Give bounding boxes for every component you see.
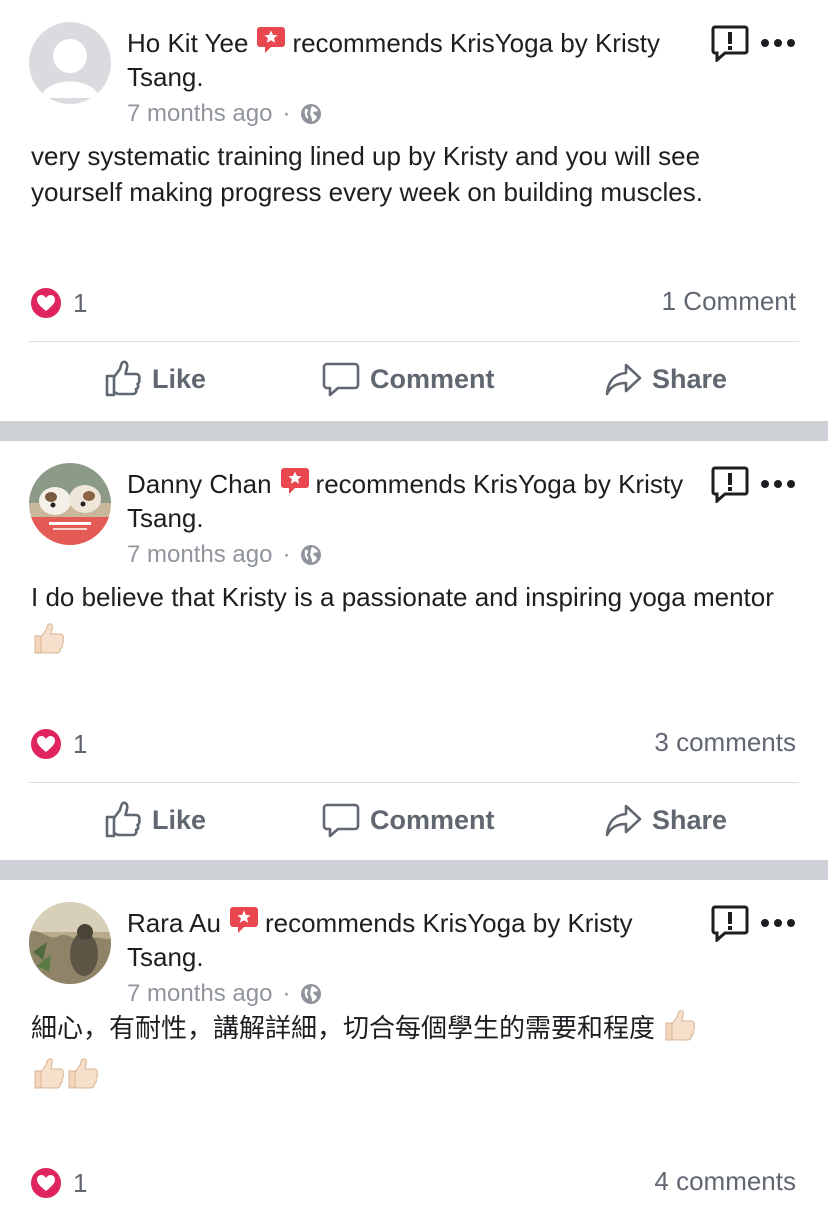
report-icon[interactable]	[711, 465, 749, 503]
report-icon[interactable]	[711, 904, 749, 942]
post-text: very systematic training lined up by Kri…	[31, 141, 703, 207]
recommend-badge-icon	[257, 27, 286, 53]
thumbs-up-emoji-icon	[34, 623, 64, 654]
love-reaction-icon	[29, 286, 63, 320]
meta-separator: ·	[282, 541, 291, 568]
post-1: Ho Kit Yee recommends KrisYoga by Kristy …	[0, 0, 828, 421]
share-label: Share	[652, 804, 728, 835]
comment-bubble-icon	[322, 803, 360, 838]
divider	[29, 341, 799, 342]
thumbs-up-icon	[105, 801, 141, 838]
thumbs-up-emoji-icon	[68, 1058, 98, 1089]
timestamp[interactable]: 7 months ago	[127, 100, 272, 128]
reaction-count: 1	[73, 287, 88, 318]
comment-button[interactable]: Comment	[322, 360, 495, 398]
post-text: 細心，有耐性，講解詳細，切合每個學生的需要和程度	[31, 1004, 791, 1100]
post-actions: Like Comment Share	[0, 360, 828, 406]
reaction-count: 1	[73, 728, 88, 759]
comment-button[interactable]: Comment	[322, 801, 495, 839]
author-name[interactable]: Rara Au	[127, 908, 221, 938]
globe-icon	[301, 984, 322, 1004]
thumbs-up-emoji-icon	[34, 1058, 64, 1089]
post-text-content: 細心，有耐性，講解詳細，切合每個學生的需要和程度	[31, 1013, 656, 1043]
comments-count[interactable]: 3 comments	[654, 727, 796, 758]
globe-icon	[301, 104, 322, 124]
post-header: Danny Chan recommends KrisYoga by Kristy …	[127, 465, 687, 535]
author-name[interactable]: Ho Kit Yee	[127, 28, 248, 58]
share-button[interactable]: Share	[604, 801, 727, 839]
share-label: Share	[652, 363, 728, 394]
comment-bubble-icon	[322, 362, 360, 397]
avatar[interactable]	[29, 22, 111, 104]
author-name[interactable]: Danny Chan	[127, 469, 272, 499]
divider	[29, 782, 799, 783]
share-button[interactable]: Share	[604, 360, 727, 398]
like-button[interactable]: Like	[104, 360, 206, 398]
love-reaction-icon	[29, 727, 63, 761]
reactions-summary[interactable]: 1	[29, 1166, 87, 1200]
post-header: Ho Kit Yee recommends KrisYoga by Kristy …	[127, 24, 687, 94]
post-3: Rara Au recommends KrisYoga by Kristy Tsa…	[0, 880, 828, 1208]
comments-count[interactable]: 4 comments	[654, 1166, 796, 1197]
reaction-count: 1	[73, 1167, 88, 1198]
comments-count[interactable]: 1 Comment	[662, 286, 796, 317]
recommend-badge-icon	[229, 907, 258, 933]
comment-label: Comment	[370, 804, 495, 835]
post-2: Danny Chan recommends KrisYoga by Kristy …	[0, 441, 828, 860]
like-label: Like	[152, 804, 207, 835]
more-options-icon[interactable]	[760, 479, 796, 489]
like-button[interactable]: Like	[104, 801, 206, 839]
share-arrow-icon	[605, 804, 642, 837]
post-meta: 7 months ago ·	[127, 100, 322, 128]
post-header: Rara Au recommends KrisYoga by Kristy Tsa…	[127, 904, 687, 974]
timestamp[interactable]: 7 months ago	[127, 541, 272, 569]
post-separator	[0, 421, 828, 441]
comment-label: Comment	[370, 363, 495, 394]
more-options-icon[interactable]	[760, 918, 796, 928]
reactions-summary[interactable]: 1	[29, 286, 87, 320]
share-arrow-icon	[605, 363, 642, 396]
post-actions: Like Comment Share	[0, 801, 828, 847]
more-options-icon[interactable]	[760, 38, 796, 48]
globe-icon	[301, 545, 322, 565]
post-text: I do believe that Kristy is a passionate…	[31, 575, 791, 663]
post-meta: 7 months ago ·	[127, 541, 322, 569]
avatar[interactable]	[29, 902, 111, 984]
love-reaction-icon	[29, 1166, 63, 1200]
like-label: Like	[152, 363, 207, 394]
reactions-summary[interactable]: 1	[29, 727, 87, 761]
meta-separator: ·	[282, 100, 291, 127]
thumbs-up-emoji-icon	[665, 1010, 696, 1041]
report-icon[interactable]	[711, 24, 749, 62]
thumbs-up-icon	[105, 360, 141, 397]
recommend-badge-icon	[280, 468, 309, 494]
post-separator	[0, 860, 828, 880]
post-text-content: I do believe that Kristy is a passionate…	[31, 582, 774, 612]
avatar[interactable]	[29, 463, 111, 545]
